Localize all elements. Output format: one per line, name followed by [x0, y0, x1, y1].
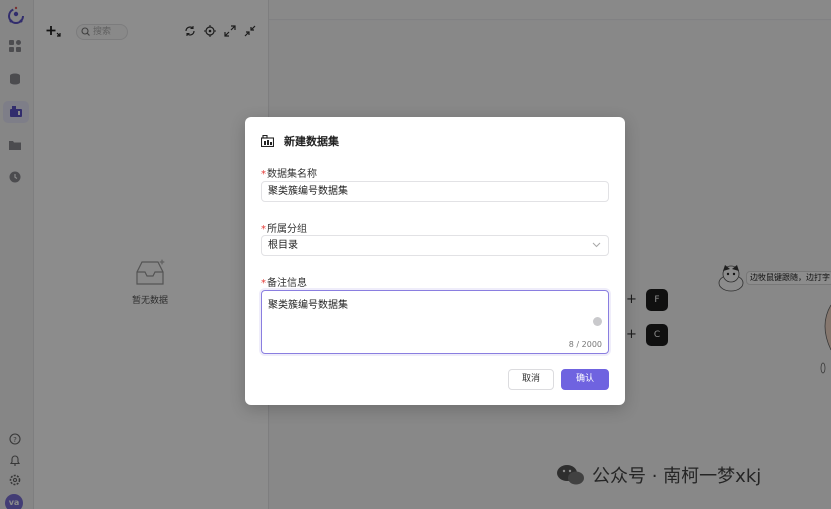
- note-textarea[interactable]: 聚类簇编号数据集 8 / 2000: [261, 290, 609, 354]
- required-mark: *: [261, 224, 266, 235]
- new-dataset-modal: 新建数据集 *数据集名称 聚类簇编号数据集 *所属分组 根目录 *备注信息 聚类…: [245, 117, 625, 405]
- cancel-button[interactable]: 取消: [508, 369, 554, 390]
- note-value: 聚类簇编号数据集: [268, 300, 348, 311]
- chevron-down-icon: [592, 242, 601, 248]
- group-field-label: *所属分组: [261, 224, 307, 235]
- dataset-name-input[interactable]: 聚类簇编号数据集: [261, 181, 609, 202]
- required-mark: *: [261, 278, 266, 289]
- modal-title: 新建数据集: [261, 133, 339, 149]
- group-select-value: 根目录: [268, 240, 298, 251]
- name-field-label: *数据集名称: [261, 169, 317, 180]
- confirm-button[interactable]: 确认: [561, 369, 609, 390]
- modal-title-text: 新建数据集: [284, 135, 339, 148]
- dataset-name-value: 聚类簇编号数据集: [268, 186, 348, 197]
- group-select[interactable]: 根目录: [261, 235, 609, 256]
- required-mark: *: [261, 169, 266, 180]
- note-field-label: *备注信息: [261, 278, 307, 289]
- dataset-icon: [261, 135, 274, 147]
- clear-icon[interactable]: [593, 317, 602, 326]
- char-counter: 8 / 2000: [568, 340, 602, 349]
